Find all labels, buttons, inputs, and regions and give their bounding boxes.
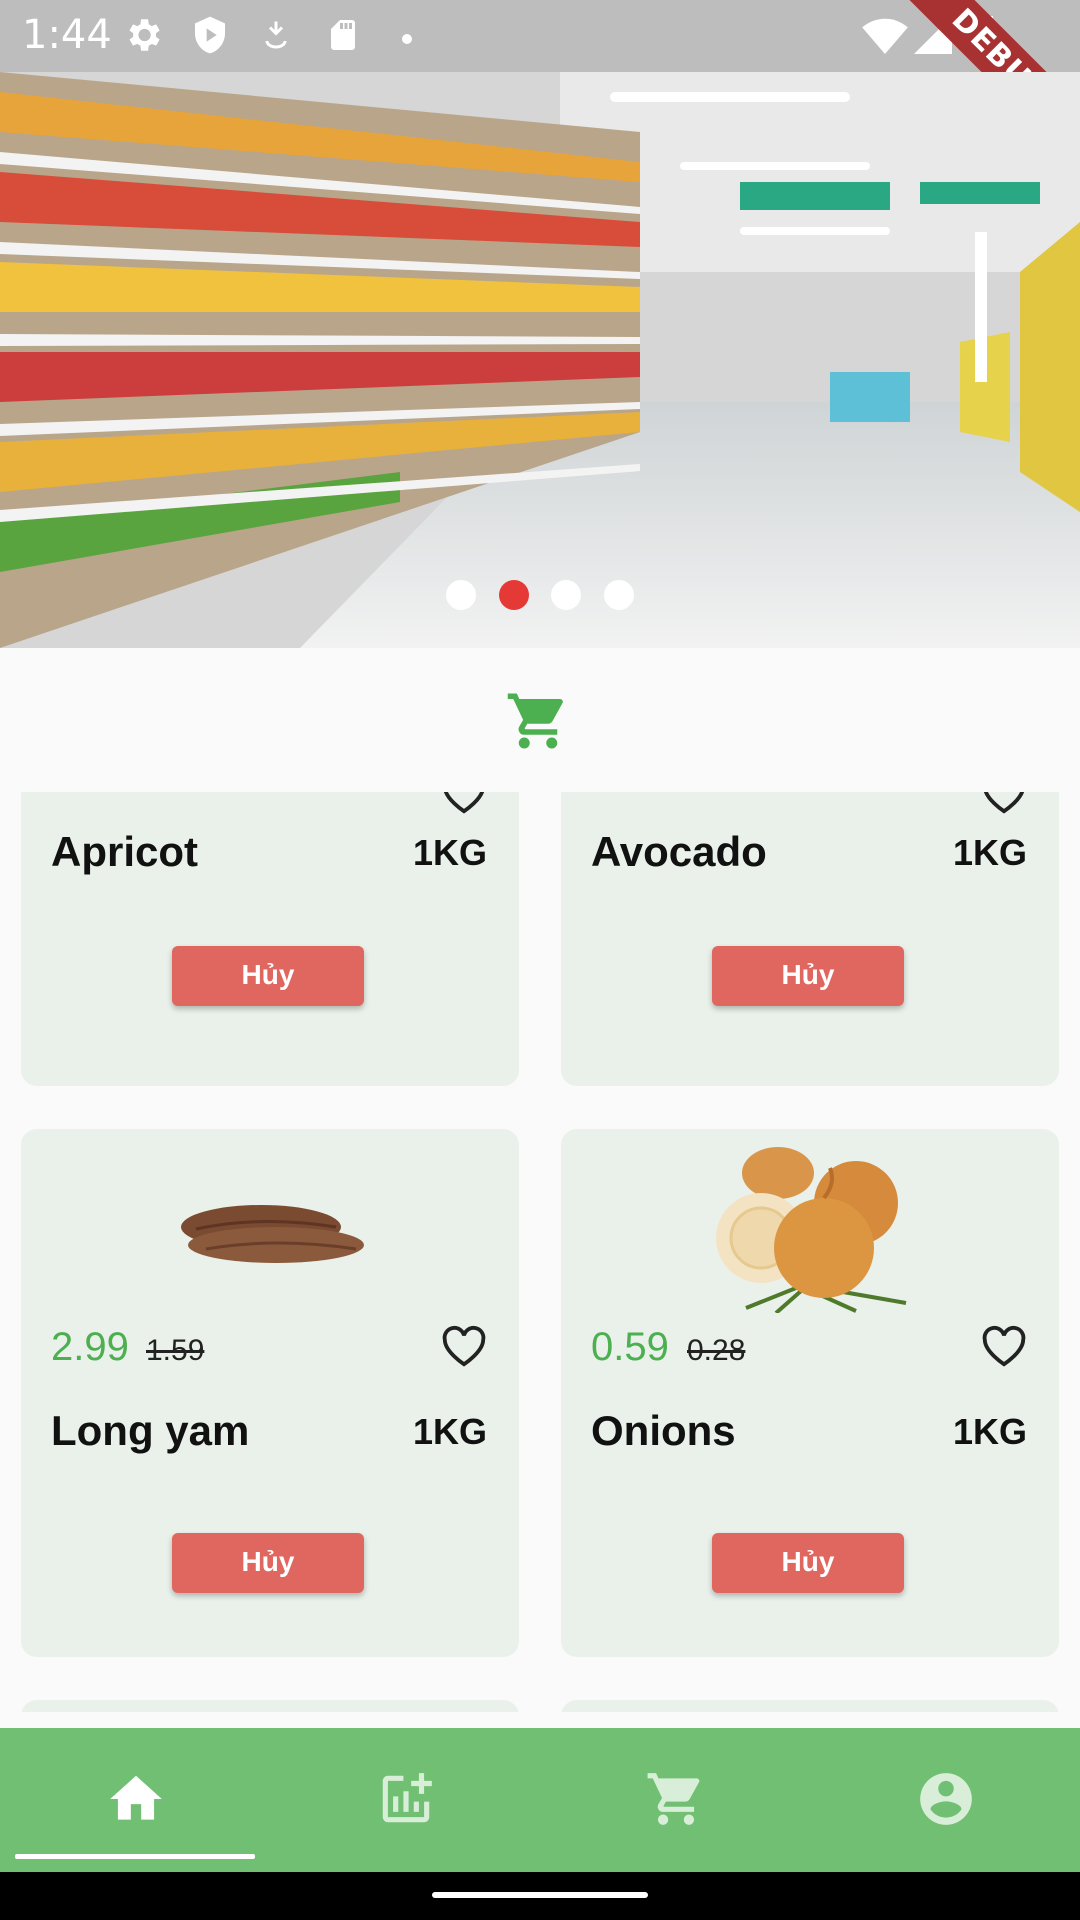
status-bar: 1:44 DEBUG xyxy=(0,0,1080,181)
product-name: Apricot xyxy=(51,828,198,875)
nav-active-indicator xyxy=(15,1854,255,1859)
status-time: 1:44 xyxy=(22,12,112,58)
banner-dot[interactable] xyxy=(446,580,477,610)
product-price: 2.99 xyxy=(51,1325,129,1369)
product-card[interactable]: Avocado 1KG Hủy xyxy=(561,792,1059,1086)
banner-dot[interactable] xyxy=(551,580,582,610)
supermarket-banner-image xyxy=(0,72,1080,648)
product-image xyxy=(706,1143,916,1318)
cancel-button[interactable]: Hủy xyxy=(172,946,364,1006)
product-card[interactable]: 2.99 1.59 Long yam 1KG Hủy xyxy=(21,1129,519,1657)
settings-icon xyxy=(122,14,164,61)
bottom-navigation xyxy=(0,1728,1080,1872)
product-card[interactable] xyxy=(21,1700,519,1712)
product-old-price: 1.59 xyxy=(146,1334,205,1367)
heart-icon[interactable] xyxy=(441,792,487,821)
product-card[interactable]: Apricot 1KG Hủy xyxy=(21,792,519,1086)
product-unit: 1KG xyxy=(952,1411,1027,1452)
cancel-button[interactable]: Hủy xyxy=(712,946,904,1006)
banner-dot[interactable] xyxy=(603,580,634,610)
cart-icon xyxy=(647,1773,700,1825)
cancel-button[interactable]: Hủy xyxy=(172,1533,364,1593)
banner-pagination xyxy=(0,580,1080,615)
product-unit: 1KG xyxy=(412,832,487,873)
product-name: Long yam xyxy=(51,1407,250,1454)
product-card[interactable]: 0.59 0.28 Onions 1KG Hủy xyxy=(561,1129,1059,1657)
banner-dot-active[interactable] xyxy=(498,580,529,610)
home-icon xyxy=(110,1775,162,1820)
product-name: Onions xyxy=(591,1407,736,1454)
product-grid[interactable]: Apricot 1KG Hủy Avocado 1KG Hủy 2.99 1.5… xyxy=(0,792,1080,1712)
cart-header xyxy=(0,648,1080,792)
home-gesture-handle[interactable] xyxy=(432,1892,648,1898)
sd-card-icon xyxy=(325,14,361,61)
nav-account[interactable] xyxy=(810,1728,1080,1872)
system-navigation-bar xyxy=(0,1872,1080,1920)
product-name: Avocado xyxy=(591,828,767,875)
product-old-price: 0.28 xyxy=(687,1334,746,1367)
account-icon xyxy=(920,1773,972,1825)
product-image xyxy=(166,1179,366,1284)
heart-icon[interactable] xyxy=(441,1325,487,1374)
heart-icon[interactable] xyxy=(981,792,1027,821)
cancel-button[interactable]: Hủy xyxy=(712,1533,904,1593)
product-unit: 1KG xyxy=(952,832,1027,873)
promo-banner[interactable] xyxy=(0,72,1080,648)
nav-cart[interactable] xyxy=(540,1728,810,1872)
nav-home[interactable] xyxy=(0,1728,270,1872)
download-icon xyxy=(258,14,294,61)
heart-icon[interactable] xyxy=(981,1325,1027,1374)
product-card[interactable] xyxy=(561,1700,1059,1712)
cart-icon[interactable] xyxy=(505,688,571,759)
product-unit: 1KG xyxy=(412,1411,487,1452)
add-chart-icon xyxy=(382,1773,432,1823)
nav-stats[interactable] xyxy=(270,1728,540,1872)
wifi-icon xyxy=(862,16,908,59)
dot-icon xyxy=(402,31,412,49)
product-price: 0.59 xyxy=(591,1325,669,1369)
shield-icon xyxy=(190,14,230,61)
